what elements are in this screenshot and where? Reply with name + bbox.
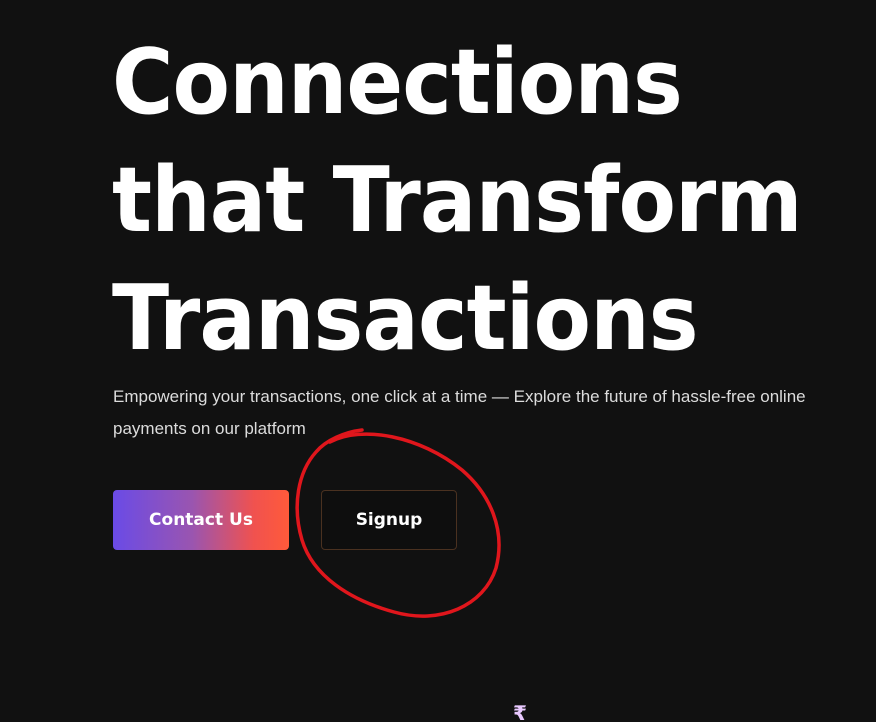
contact-us-label: Contact Us: [149, 510, 253, 530]
hero-subtitle: Empowering your transactions, one click …: [113, 387, 806, 438]
landing-page: Connections that Transform Transactions …: [0, 0, 876, 722]
signup-button[interactable]: Signup: [321, 490, 457, 550]
contact-us-button[interactable]: Contact Us: [113, 490, 289, 550]
hero-title-line-3: Transactions: [112, 266, 699, 371]
hero-title-line-2: that Transform: [112, 148, 803, 253]
rupee-icon: ₹: [513, 701, 527, 722]
hero-title: Connections that Transform Transactions: [112, 24, 803, 378]
hero-title-line-1: Connections: [112, 30, 683, 135]
signup-label: Signup: [355, 510, 423, 530]
